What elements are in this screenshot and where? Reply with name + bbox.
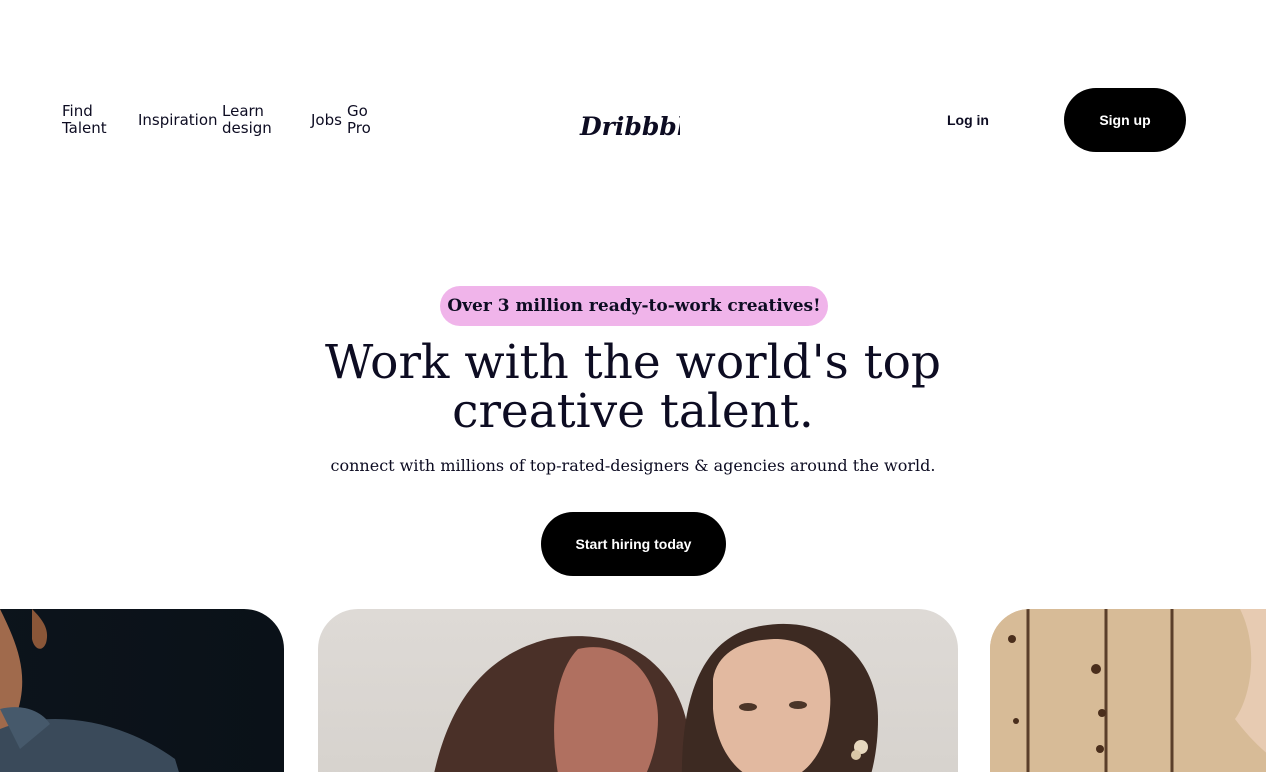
portrait-man-image <box>0 609 179 772</box>
creatives-badge: Over 3 million ready-to-work creatives! <box>440 286 828 326</box>
login-link[interactable]: Log in <box>947 112 989 128</box>
start-hiring-button[interactable]: Start hiring today <box>541 512 726 576</box>
nav-find-talent[interactable]: Find Talent <box>62 103 122 137</box>
wooden-panel-image <box>990 609 1266 772</box>
wooden-panel-portrait[interactable] <box>990 609 1266 772</box>
nav-inspiration[interactable]: Inspiration <box>138 112 218 129</box>
logo-text: Dribbble <box>579 112 680 141</box>
hero-subheadline: connect with millions of top-rated-desig… <box>330 456 936 475</box>
nav-learn-design[interactable]: Learn design <box>222 103 282 137</box>
nav-go-pro[interactable]: Go Pro <box>347 103 383 137</box>
signup-button[interactable]: Sign up <box>1064 88 1186 152</box>
two-women-portrait[interactable] <box>318 609 958 772</box>
dribbble-logo[interactable]: Dribbble <box>578 104 702 144</box>
dribbble-logo-mark: Dribbble <box>579 112 702 141</box>
nav-jobs[interactable]: Jobs <box>311 112 342 129</box>
hero-headline: Work with the world's top creative talen… <box>325 335 941 439</box>
designer-portrait-man[interactable] <box>0 609 284 772</box>
page: Find Talent Inspiration Learn design Job… <box>0 0 1266 772</box>
two-women-image <box>434 623 878 772</box>
